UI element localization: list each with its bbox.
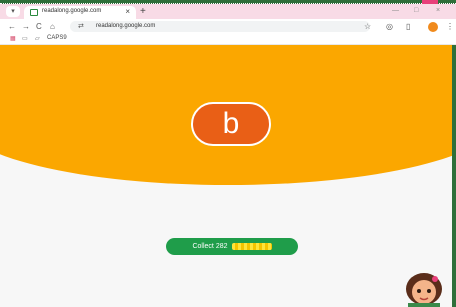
- home-icon[interactable]: ⌂: [50, 21, 55, 32]
- extensions-icon[interactable]: ◎: [386, 21, 393, 32]
- tab-close-icon[interactable]: ×: [125, 7, 130, 16]
- bookmark-star-icon[interactable]: ☆: [364, 21, 371, 32]
- new-tab-button[interactable]: +: [140, 6, 146, 17]
- back-icon[interactable]: ←: [8, 21, 16, 32]
- url-text: readalong.google.com: [96, 23, 156, 29]
- collect-button[interactable]: Collect 282: [166, 238, 298, 255]
- collect-label: Collect 282: [192, 243, 228, 250]
- address-bar: ← → C ⌂ ⇄ readalong.google.com ☆ ◎ ▯ ⋮: [0, 19, 456, 34]
- side-panel-icon[interactable]: ▯: [406, 21, 410, 32]
- readalong-page: b Collect 282: [0, 45, 456, 307]
- tab-bar: ▾ readalong.google.com × + — □ ×: [0, 4, 456, 19]
- close-window-icon[interactable]: ×: [436, 7, 440, 14]
- reading-buddy-avatar[interactable]: [398, 267, 450, 307]
- active-tab[interactable]: readalong.google.com ×: [24, 6, 136, 19]
- forward-icon[interactable]: →: [22, 21, 30, 32]
- readalong-favicon-icon: [30, 9, 38, 16]
- reload-icon[interactable]: C: [36, 21, 42, 32]
- tab-title: readalong.google.com: [42, 8, 102, 14]
- letter-badge[interactable]: b: [191, 102, 271, 146]
- bookmarks-bar: ▦ ▭ ▱ CAPS9: [0, 34, 456, 45]
- profile-avatar-icon[interactable]: [428, 22, 438, 32]
- maximize-icon[interactable]: □: [414, 7, 418, 14]
- menu-icon[interactable]: ⋮: [446, 21, 454, 32]
- url-input[interactable]: ⇄ readalong.google.com: [70, 21, 370, 32]
- right-decorative-edge: [452, 45, 456, 307]
- tab-search-dropdown-icon[interactable]: ▾: [6, 6, 20, 17]
- bookmark-folder-label[interactable]: CAPS9: [47, 35, 67, 41]
- site-settings-icon[interactable]: ⇄: [78, 22, 84, 30]
- folder-icon[interactable]: ▱: [35, 35, 40, 42]
- minimize-icon[interactable]: —: [392, 7, 399, 14]
- apps-grid-icon[interactable]: ▦: [10, 35, 16, 42]
- tab-groups-icon[interactable]: ▭: [22, 35, 28, 42]
- letter-text: b: [222, 107, 240, 140]
- stars-icon: [231, 243, 272, 250]
